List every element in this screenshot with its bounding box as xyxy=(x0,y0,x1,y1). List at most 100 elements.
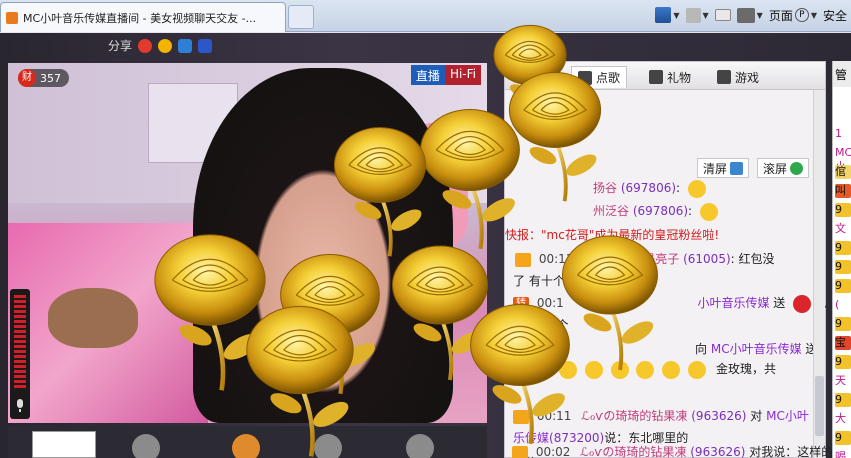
page-menu-button[interactable]: 页面 P ▼ xyxy=(769,4,817,26)
sidebar-item[interactable]: 9 xyxy=(835,279,851,293)
chat-host-name[interactable]: MC小叶 xyxy=(766,409,809,423)
volume-slider[interactable] xyxy=(10,289,30,419)
chat-user-name[interactable]: 东北哥，俺是亮子 xyxy=(583,252,679,266)
chat-tabs: 点歌 礼物 游戏 xyxy=(505,62,825,90)
qzone-icon[interactable] xyxy=(158,38,173,53)
chat-user-id: (963626) xyxy=(691,409,747,423)
sidebar-item[interactable]: MC小 xyxy=(835,146,851,173)
user-thumbnail[interactable] xyxy=(32,431,96,458)
sidebar-item[interactable]: 9 xyxy=(835,241,851,255)
sidebar-item[interactable]: 1 xyxy=(835,127,851,141)
chat-gift-message: 金玫瑰，共 xyxy=(555,360,776,379)
thumbs-up-icon xyxy=(687,179,706,198)
sidebar-item[interactable]: 天 xyxy=(835,374,851,388)
pengyou-icon[interactable] xyxy=(178,38,193,53)
chat-host-name[interactable]: MC小叶音乐传媒 xyxy=(711,342,802,356)
chat-message: 向 MC小叶音乐传媒 送 xyxy=(695,340,817,357)
share-bar: 分享 xyxy=(108,37,213,54)
chat-user-name[interactable]: 扬谷 xyxy=(593,181,617,195)
hifi-badge[interactable]: Hi-Fi xyxy=(444,65,481,85)
chat-user-id: (963626) xyxy=(690,445,746,458)
home-button[interactable]: ▼ xyxy=(655,4,680,26)
rose-gift-icon xyxy=(610,360,629,379)
tab-games[interactable]: 游戏 xyxy=(711,66,765,88)
chat-host-name[interactable]: 小叶音乐传媒 xyxy=(697,296,769,310)
avatar[interactable] xyxy=(314,434,342,458)
tab-label: 点歌 xyxy=(596,71,621,85)
sidebar-item[interactable]: 喝 xyxy=(835,450,851,458)
avatar[interactable] xyxy=(232,434,260,458)
sidebar-item[interactable]: 9 xyxy=(835,260,851,274)
live-video[interactable]: 财 357 直播 Hi-Fi xyxy=(8,63,487,423)
video-streamer xyxy=(193,68,453,423)
chat-user-id: (697806) xyxy=(632,204,689,218)
print-button[interactable]: ▼ xyxy=(736,4,763,26)
rose-gift-icon xyxy=(688,360,707,379)
chat-message: 扬谷 (697806): xyxy=(593,179,706,198)
mail-icon xyxy=(714,9,731,21)
volume-level xyxy=(14,295,26,390)
tab-gifts[interactable]: 礼物 xyxy=(643,66,697,88)
user-level-icon xyxy=(513,409,529,424)
chat-to-label: 向 xyxy=(695,342,708,356)
chat-time: 00:11 xyxy=(536,409,572,423)
notice-text: "mc花哥"成为最新的皇冠粉丝啦! xyxy=(541,228,720,242)
rose-gift-icon xyxy=(636,360,655,379)
tab-label: 游戏 xyxy=(735,70,760,85)
browser-tab-active[interactable]: MC小叶音乐传媒直播间 - 美女视频聊天交友 -... xyxy=(0,2,286,32)
sidebar-item[interactable]: 9 xyxy=(835,355,851,369)
notice-prefix: 快报： xyxy=(505,228,542,242)
sidebar-item[interactable]: 9 xyxy=(835,203,851,217)
page-hotkey: P xyxy=(794,8,809,22)
chat-actions: 清屏 滚屏 xyxy=(696,158,809,178)
avatar[interactable] xyxy=(406,434,434,458)
safety-menu-button[interactable]: 安全 xyxy=(823,4,847,26)
sidebar-item[interactable]: 文 xyxy=(835,222,851,236)
chat-user-name[interactable]: ℒℴѵの琦琦的钻果凍 xyxy=(580,445,686,458)
chat-user-name[interactable]: 州泛谷 xyxy=(593,204,629,218)
music-icon xyxy=(578,70,592,85)
chat-scrollbar-thumb[interactable] xyxy=(815,376,824,436)
gift-icon xyxy=(649,70,663,84)
chat-message: 00:11 东北哥，俺是亮子 (61005): 红包没 xyxy=(515,250,775,267)
viewer-avatar-strip xyxy=(8,426,487,458)
feeds-button[interactable]: ▼ xyxy=(685,4,709,26)
user-level-icon xyxy=(515,252,531,267)
auto-scroll-button[interactable]: 滚屏 xyxy=(756,158,809,178)
rose-gift-icon xyxy=(662,360,681,379)
weibo-icon[interactable] xyxy=(138,38,153,53)
sidebar-item[interactable]: 9 xyxy=(835,431,851,445)
gamepad-icon xyxy=(717,70,731,84)
chat-message-continued: 了 有十个迷 xyxy=(513,272,577,289)
chevron-down-icon: ▼ xyxy=(673,10,680,20)
mail-button[interactable] xyxy=(714,4,731,26)
tab-song-request[interactable]: 点歌 xyxy=(571,66,628,88)
sidebar-item[interactable]: 9 xyxy=(835,317,851,331)
clear-screen-button[interactable]: 清屏 xyxy=(696,158,749,178)
chat-text: : 红包没 xyxy=(730,252,775,266)
printer-icon xyxy=(736,7,755,23)
chat-text: 了 有十个迷 xyxy=(513,274,577,288)
chat-scrollbar[interactable] xyxy=(813,90,825,458)
user-level-icon xyxy=(512,445,528,458)
avatar[interactable] xyxy=(132,434,160,458)
new-tab-button[interactable] xyxy=(288,5,314,29)
chat-user-name[interactable]: ℒℴѵの琦琦的钻果凍 xyxy=(581,409,687,423)
chat-user-id: (697806) xyxy=(620,181,677,195)
paw-icon[interactable] xyxy=(198,38,213,53)
sidebar-item[interactable]: 9 xyxy=(835,393,851,407)
chat-system-notice: 快报："mc花哥"成为最新的皇冠粉丝啦! xyxy=(505,226,719,243)
microphone-icon[interactable] xyxy=(14,399,26,413)
sidebar-item[interactable]: 倌 xyxy=(835,165,851,179)
sidebar-item[interactable]: 叫 xyxy=(835,184,851,198)
chevron-down-icon: ▼ xyxy=(810,10,817,20)
rose-gift-icon xyxy=(584,360,603,379)
relay-badge: 转 xyxy=(513,296,529,311)
sidebar-item[interactable]: ( xyxy=(835,298,851,312)
wealth-badge: 财 357 xyxy=(18,69,69,87)
sidebar-item[interactable]: 宝 xyxy=(835,336,851,350)
sidebar-item[interactable]: 大 xyxy=(835,412,851,426)
live-badge[interactable]: 直播 xyxy=(410,65,445,85)
sidebar-header[interactable]: 管 xyxy=(833,61,851,87)
chat-text: 么，共1个 xyxy=(513,318,569,332)
